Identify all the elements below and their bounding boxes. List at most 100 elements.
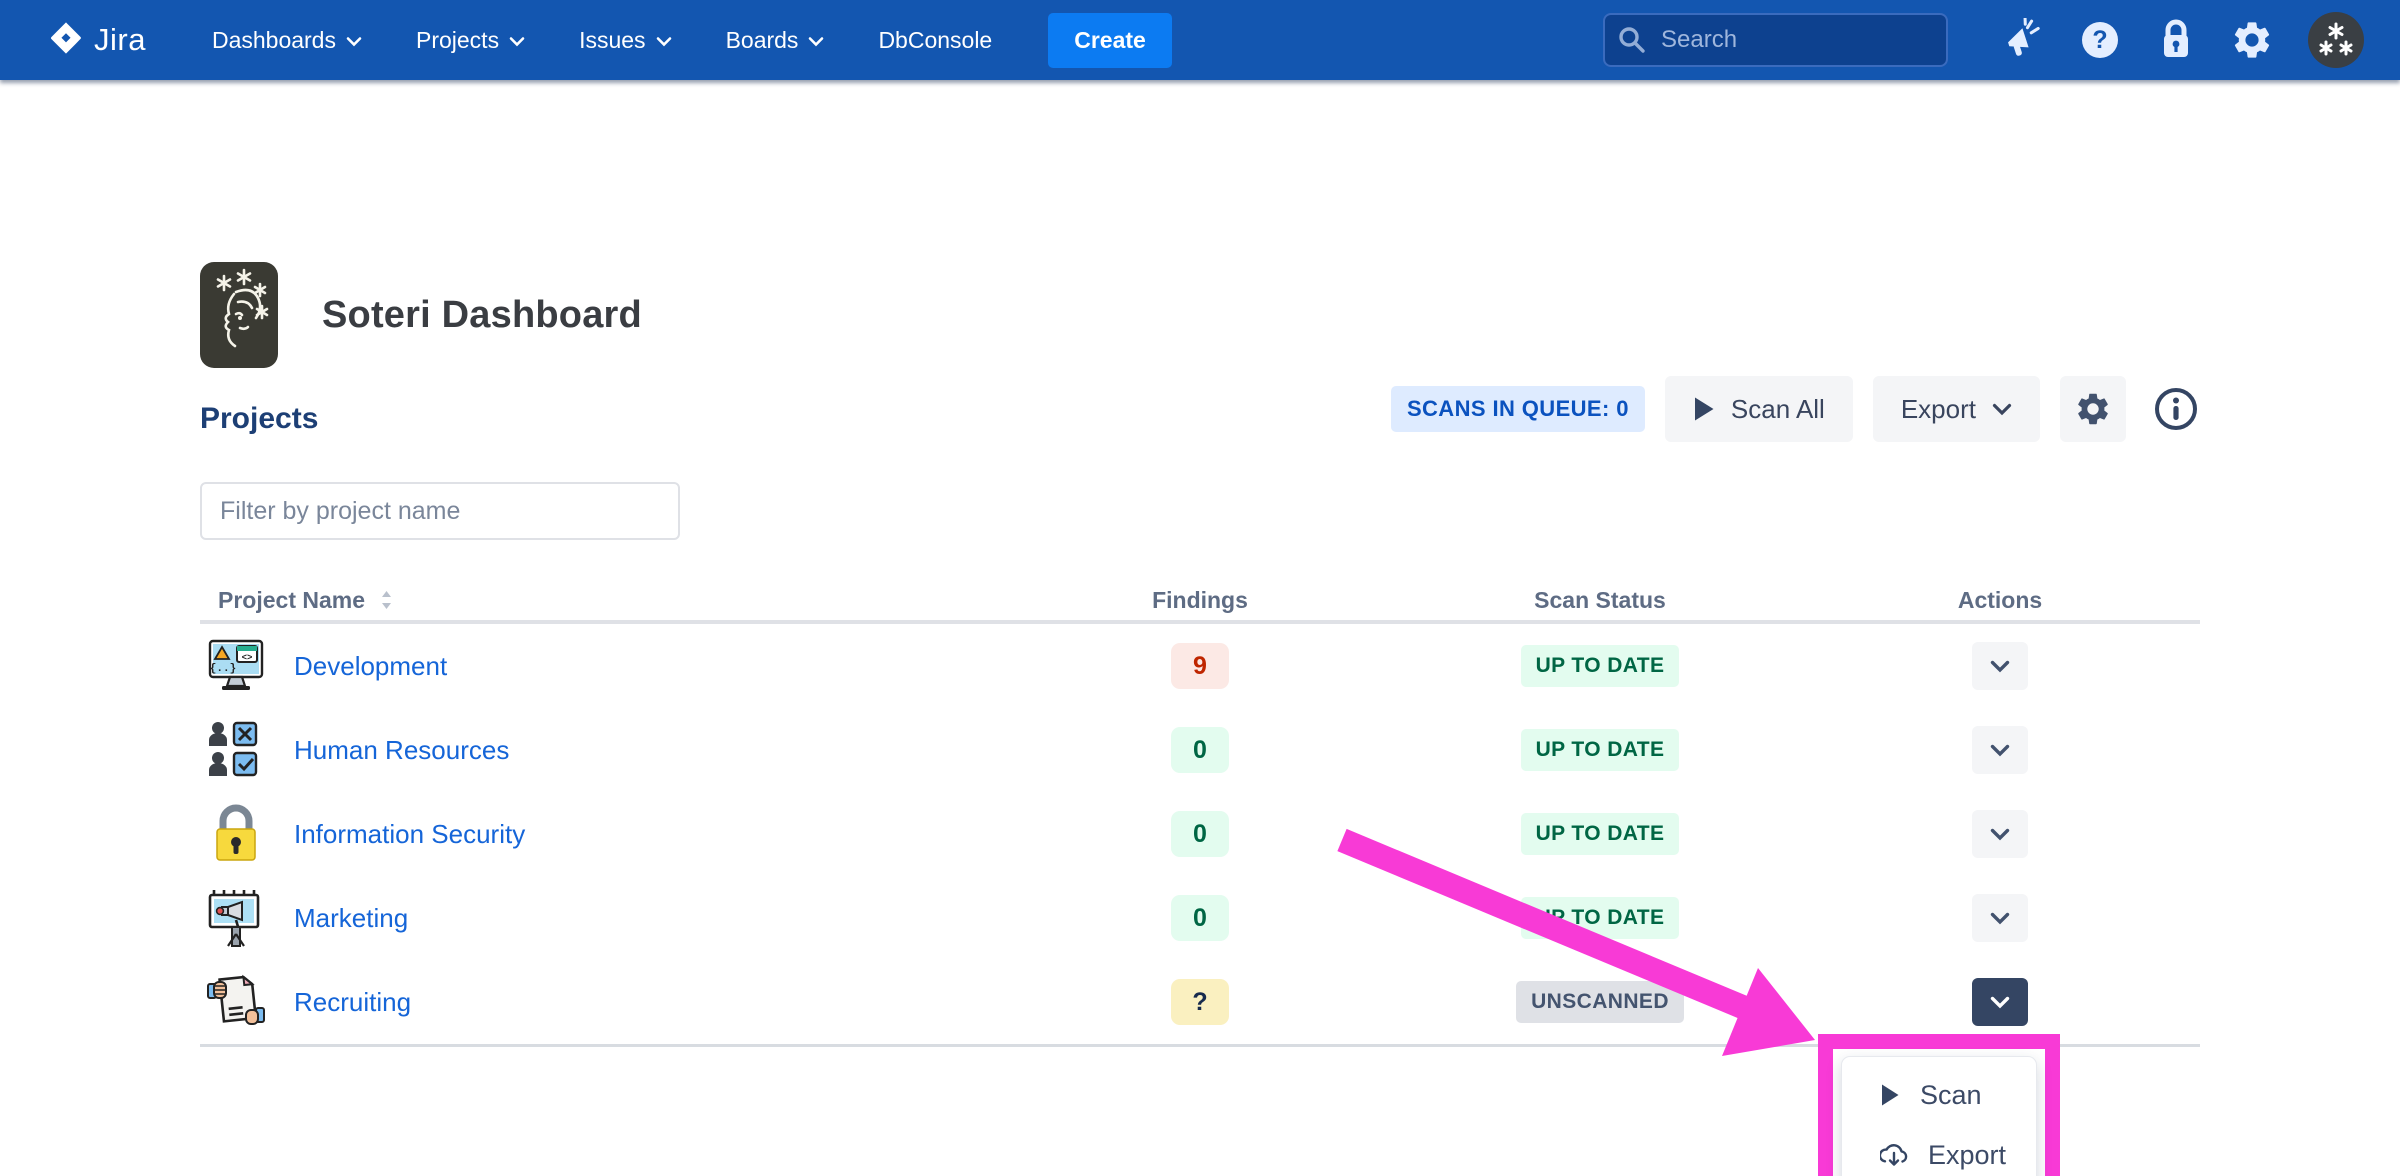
- svg-text:<>: <>: [242, 653, 253, 663]
- lock-icon[interactable]: [2156, 18, 2196, 62]
- scan-status-badge: UNSCANNED: [1516, 981, 1684, 1023]
- export-button[interactable]: Export: [1873, 376, 2040, 442]
- scan-status-badge: UP TO DATE: [1521, 645, 1680, 687]
- menu-item-label: Scan: [1920, 1080, 1982, 1111]
- nav-item-boards[interactable]: Boards: [726, 27, 825, 54]
- information-security-project-icon: [206, 804, 266, 864]
- scan-all-label: Scan All: [1731, 394, 1825, 425]
- row-actions-button[interactable]: [1972, 894, 2028, 942]
- page-title: Soteri Dashboard: [322, 294, 642, 337]
- nav-item-issues[interactable]: Issues: [579, 27, 671, 54]
- gear-icon[interactable]: [2230, 18, 2274, 62]
- recruiting-project-icon: [206, 972, 266, 1032]
- help-icon[interactable]: ?: [2078, 18, 2122, 62]
- row-actions-button-active[interactable]: [1972, 978, 2028, 1026]
- column-header-findings: Findings: [1000, 587, 1400, 614]
- table-row: Marketing 0 UP TO DATE: [200, 876, 2200, 960]
- search-icon: [1617, 25, 1647, 60]
- scan-status-badge: UP TO DATE: [1521, 813, 1680, 855]
- table-row: Information Security 0 UP TO DATE: [200, 792, 2200, 876]
- main-content: Soteri Dashboard Projects SCANS IN QUEUE…: [0, 80, 2400, 1176]
- findings-badge: 0: [1171, 727, 1229, 773]
- chevron-down-icon: [656, 36, 672, 47]
- chevron-down-icon: [509, 36, 525, 47]
- scan-status-badge: UP TO DATE: [1521, 729, 1680, 771]
- nav-right: ?: [1603, 12, 2364, 68]
- settings-button[interactable]: [2060, 376, 2126, 442]
- projects-table: Project Name Findings Scan Status Action…: [200, 580, 2200, 1047]
- project-link[interactable]: Information Security: [294, 819, 525, 850]
- column-header-project-name[interactable]: Project Name: [200, 587, 1000, 614]
- avatar[interactable]: [2308, 12, 2364, 68]
- jira-logo-icon: [48, 20, 84, 61]
- svg-text:?: ?: [2092, 26, 2107, 54]
- findings-badge: 0: [1171, 811, 1229, 857]
- findings-badge: 9: [1171, 643, 1229, 689]
- jira-logo[interactable]: Jira: [48, 20, 146, 61]
- chevron-down-icon: [1992, 403, 2012, 416]
- projects-heading: Projects: [200, 402, 318, 436]
- table-body: <> {..} Development 9 UP TO DATE: [200, 624, 2200, 1047]
- create-button[interactable]: Create: [1048, 13, 1172, 68]
- menu-item-scan[interactable]: Scan: [1842, 1065, 2036, 1125]
- app-header: Soteri Dashboard: [200, 262, 642, 368]
- row-actions-dropdown: Scan Export: [1841, 1056, 2037, 1176]
- chevron-down-icon: [1990, 744, 2010, 757]
- table-row: Human Resources 0 UP TO DATE: [200, 708, 2200, 792]
- chevron-down-icon: [1990, 660, 2010, 673]
- project-link[interactable]: Marketing: [294, 903, 408, 934]
- nav-item-label: Dashboards: [212, 27, 336, 54]
- cloud-download-icon: [1880, 1142, 1908, 1168]
- nav-item-label: Issues: [579, 27, 645, 54]
- nav-item-label: Projects: [416, 27, 499, 54]
- sort-icon: [379, 589, 394, 611]
- toolbar: SCANS IN QUEUE: 0 Scan All Export: [1391, 376, 2200, 442]
- nav-item-dashboards[interactable]: Dashboards: [212, 27, 362, 54]
- table-row: Recruiting ? UNSCANNED: [200, 960, 2200, 1044]
- filter-wrap: [200, 482, 680, 540]
- table-header: Project Name Findings Scan Status Action…: [200, 580, 2200, 624]
- human-resources-project-icon: [206, 720, 266, 780]
- scan-all-button[interactable]: Scan All: [1665, 376, 1853, 442]
- row-actions-button[interactable]: [1972, 642, 2028, 690]
- svg-text:{..}: {..}: [210, 663, 236, 675]
- play-icon: [1880, 1083, 1900, 1107]
- marketing-project-icon: [206, 888, 266, 948]
- menu-item-export[interactable]: Export: [1842, 1125, 2036, 1176]
- table-row: <> {..} Development 9 UP TO DATE: [200, 624, 2200, 708]
- megaphone-icon[interactable]: [2000, 18, 2044, 62]
- top-nav: Jira Dashboards Projects Issues Boards D…: [0, 0, 2400, 80]
- gear-icon: [2074, 390, 2112, 428]
- nav-item-label: DbConsole: [878, 27, 992, 54]
- column-header-label: Project Name: [218, 587, 365, 614]
- findings-badge: ?: [1171, 979, 1229, 1025]
- chevron-down-icon: [1990, 828, 2010, 841]
- nav-item-projects[interactable]: Projects: [416, 27, 525, 54]
- play-icon: [1693, 396, 1715, 422]
- row-actions-button[interactable]: [1972, 726, 2028, 774]
- chevron-down-icon: [1990, 996, 2010, 1009]
- soteri-logo-icon: [200, 262, 278, 368]
- project-link[interactable]: Recruiting: [294, 987, 411, 1018]
- info-icon: [2152, 385, 2200, 433]
- filter-input[interactable]: [200, 482, 680, 540]
- project-link[interactable]: Human Resources: [294, 735, 509, 766]
- info-button[interactable]: [2152, 385, 2200, 433]
- nav-item-dbconsole[interactable]: DbConsole: [878, 27, 992, 54]
- chevron-down-icon: [808, 36, 824, 47]
- findings-badge: 0: [1171, 895, 1229, 941]
- scan-status-badge: UP TO DATE: [1521, 897, 1680, 939]
- column-header-actions: Actions: [1800, 587, 2200, 614]
- export-label: Export: [1901, 394, 1976, 425]
- search-input[interactable]: [1603, 13, 1948, 67]
- scans-in-queue-badge: SCANS IN QUEUE: 0: [1391, 386, 1645, 432]
- nav-item-label: Boards: [726, 27, 799, 54]
- development-project-icon: <> {..}: [206, 636, 266, 696]
- project-link[interactable]: Development: [294, 651, 447, 682]
- column-header-scan-status: Scan Status: [1400, 587, 1800, 614]
- row-actions-button[interactable]: [1972, 810, 2028, 858]
- jira-logo-text: Jira: [94, 22, 146, 58]
- nav-menu: Dashboards Projects Issues Boards DbCons…: [212, 27, 992, 54]
- menu-item-label: Export: [1928, 1140, 2006, 1171]
- search-box: [1603, 13, 1948, 67]
